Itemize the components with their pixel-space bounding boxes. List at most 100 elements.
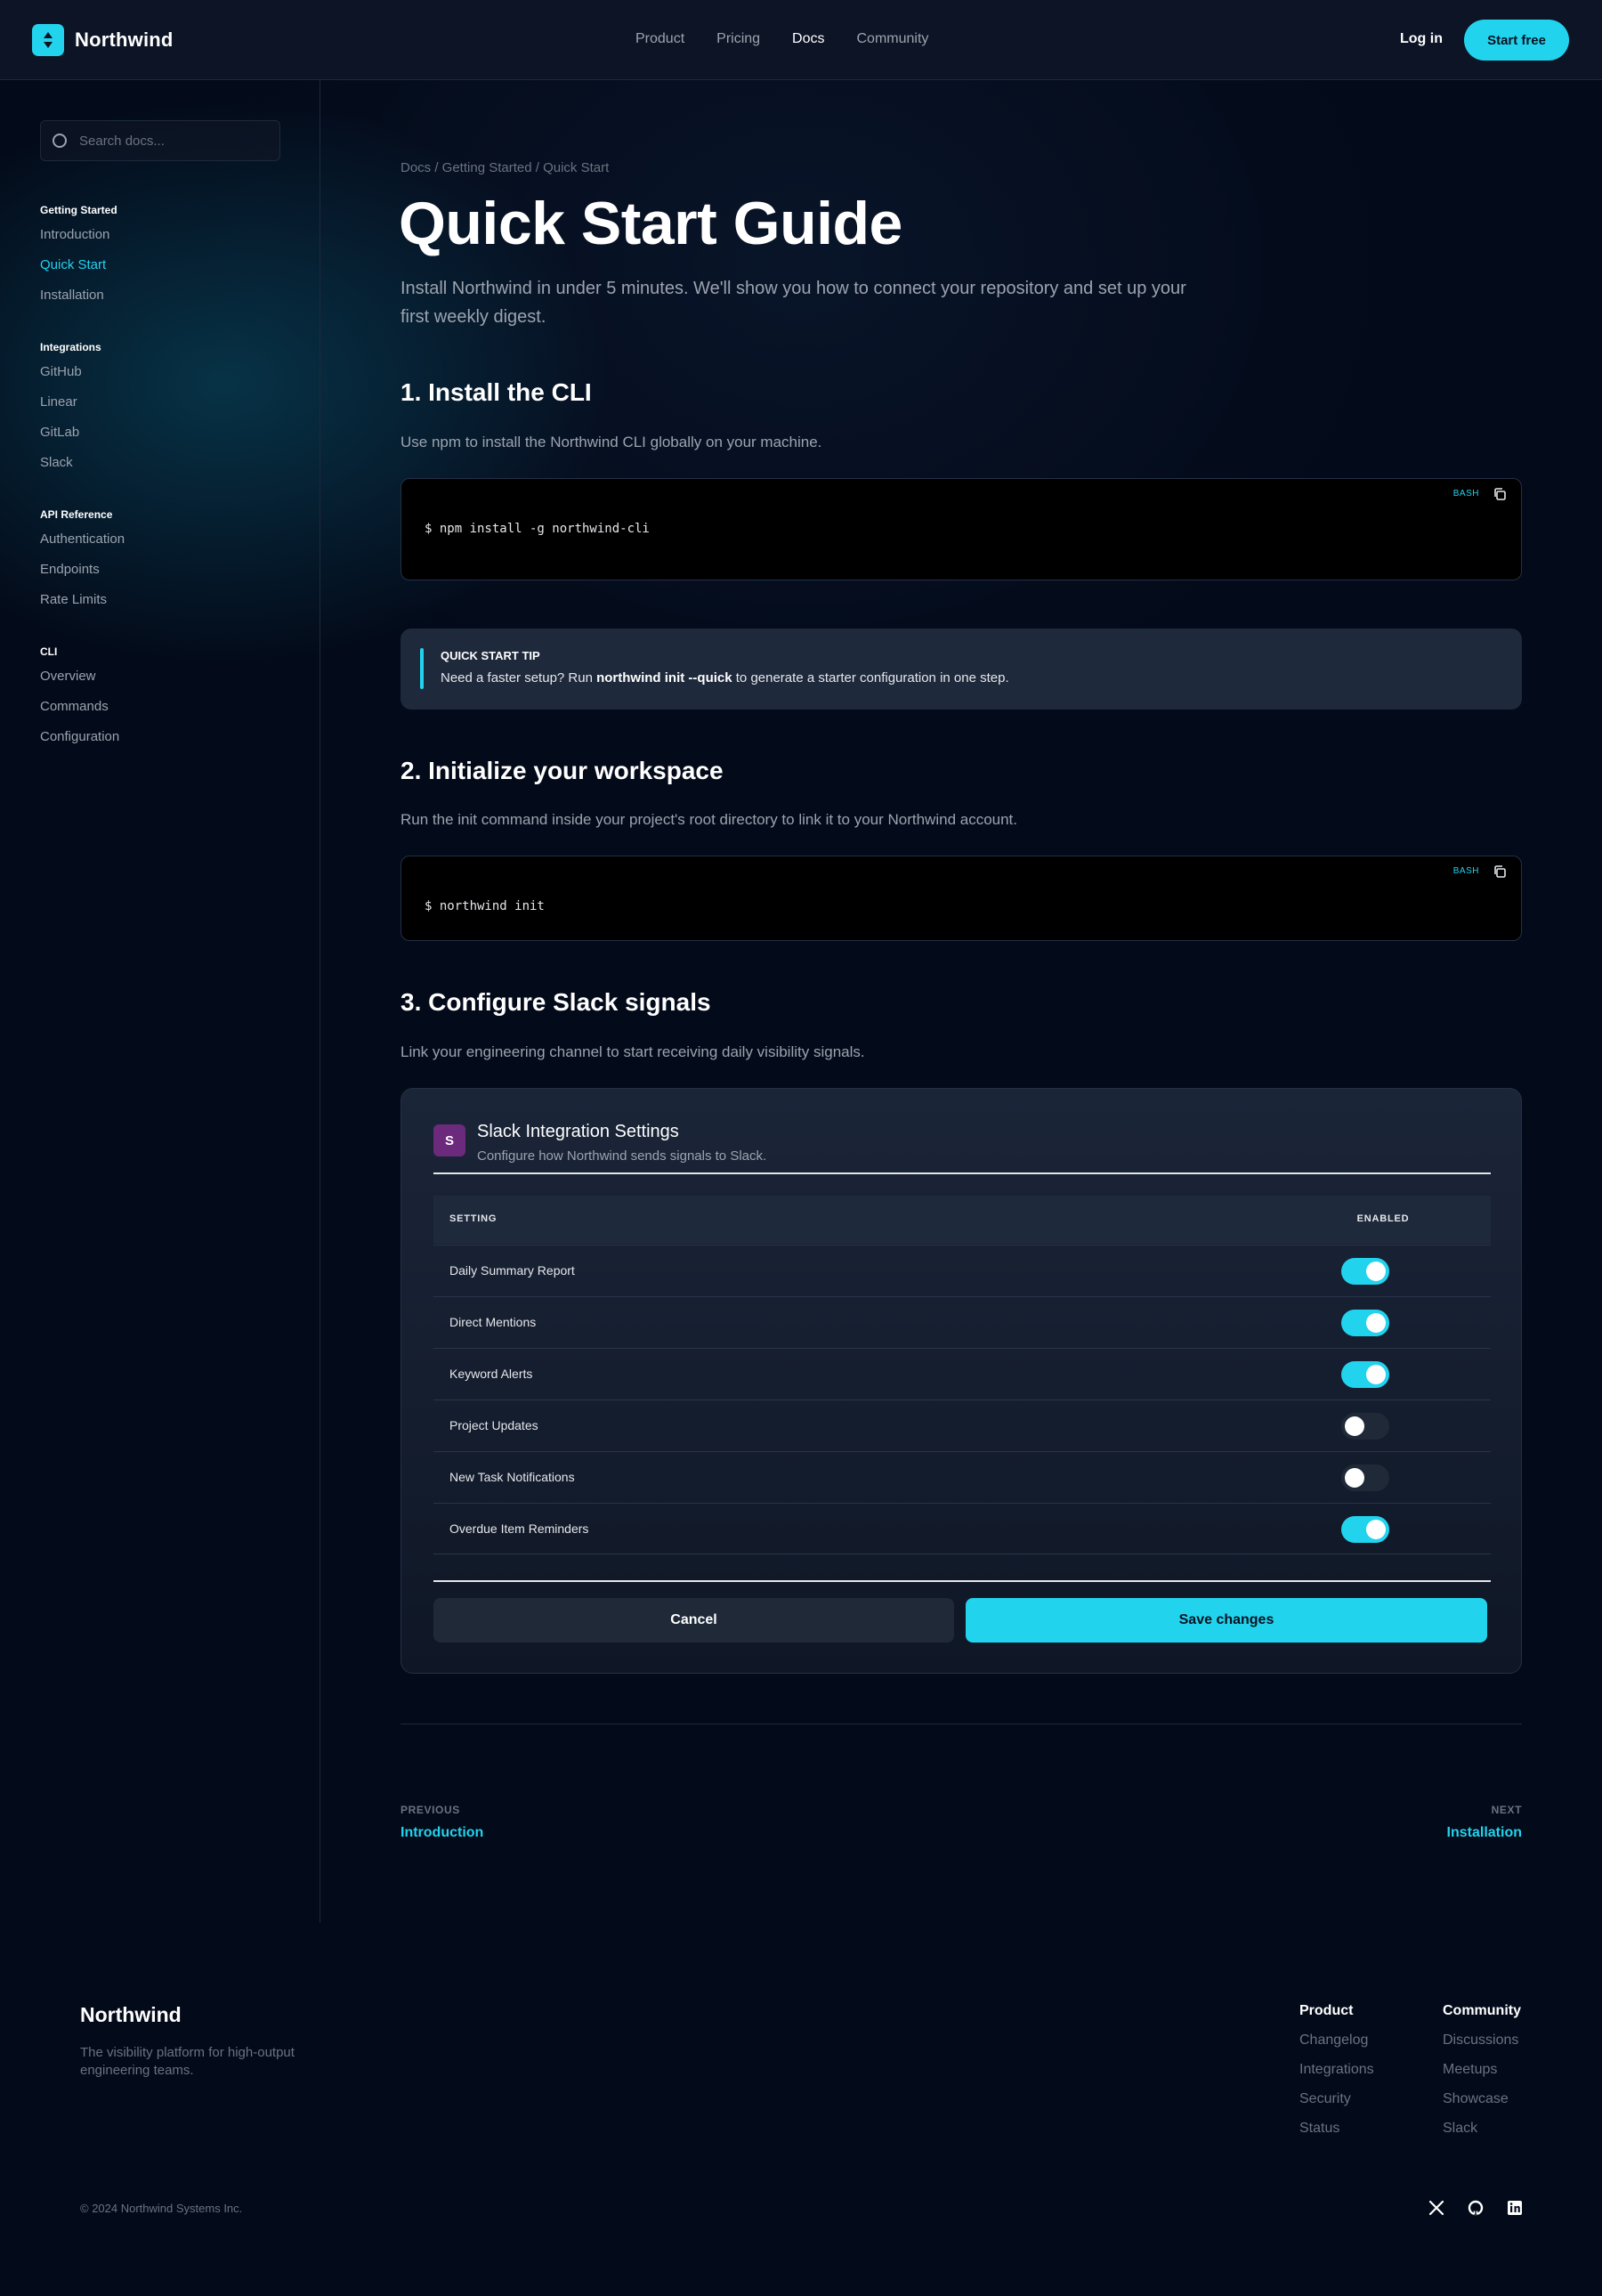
card-title: Slack Integration Settings (477, 1122, 679, 1141)
step-1-text: Use npm to install the Northwind CLI glo… (400, 434, 822, 450)
slack-icon: S (433, 1124, 465, 1156)
footer-link-status[interactable]: Status (1299, 2119, 1374, 2148)
top-navigation: Northwind Product Pricing Docs Community… (0, 0, 1602, 80)
docs-sidebar: Search docs... Getting Started Introduct… (0, 80, 320, 1923)
copyright: © 2024 Northwind Systems Inc. (80, 2202, 243, 2215)
previous-page-link[interactable]: Introduction (400, 1825, 483, 1841)
toggle-knob (1345, 1468, 1364, 1488)
nav-community[interactable]: Community (857, 31, 929, 47)
previous-label: PREVIOUS (400, 1804, 460, 1816)
nav-docs[interactable]: Docs (792, 31, 824, 47)
sidebar-section-api-reference: API Reference Authentication Endpoints R… (40, 505, 125, 615)
sidebar-item-quick-start[interactable]: Quick Start (40, 250, 117, 280)
sidebar-item-github[interactable]: GitHub (40, 357, 101, 387)
toggle-new-task-notifications[interactable] (1341, 1464, 1389, 1491)
breadcrumb: Docs / Getting Started / Quick Start (400, 160, 610, 175)
footer-column-heading: Community (1443, 2003, 1521, 2018)
sidebar-item-commands[interactable]: Commands (40, 692, 119, 722)
footer-column-community: Community Discussions Meetups Showcase S… (1443, 2003, 1521, 2148)
footer-link-slack[interactable]: Slack (1443, 2119, 1521, 2148)
code-block-install: BASH $ npm install -g northwind-cli (400, 478, 1522, 580)
toggle-knob (1366, 1262, 1386, 1281)
nav-pricing[interactable]: Pricing (716, 31, 760, 47)
toggle-project-updates[interactable] (1341, 1413, 1389, 1440)
footer-link-integrations[interactable]: Integrations (1299, 2060, 1374, 2089)
sidebar-item-rate-limits[interactable]: Rate Limits (40, 585, 125, 615)
search-placeholder: Search docs... (79, 133, 165, 149)
sidebar-item-installation[interactable]: Installation (40, 280, 117, 311)
code-language-label: BASH (1452, 866, 1479, 876)
save-changes-button[interactable]: Save changes (966, 1598, 1487, 1643)
slack-settings-card: S Slack Integration Settings Configure h… (400, 1088, 1522, 1674)
step-3-text: Link your engineering channel to start r… (400, 1043, 865, 1060)
sidebar-item-authentication[interactable]: Authentication (40, 524, 125, 555)
tip-command: northwind init --quick (596, 670, 732, 686)
main-nav: Product Pricing Docs Community (635, 31, 960, 47)
code-language-label: BASH (1452, 489, 1479, 499)
sidebar-section-cli: CLI Overview Commands Configuration (40, 642, 119, 752)
sidebar-item-introduction[interactable]: Introduction (40, 220, 117, 250)
sidebar-item-endpoints[interactable]: Endpoints (40, 555, 125, 585)
toggle-daily-summary-report[interactable] (1341, 1258, 1389, 1285)
northwind-logo-icon (32, 24, 64, 56)
footer-link-discussions[interactable]: Discussions (1443, 2031, 1521, 2060)
brand[interactable]: Northwind (32, 24, 174, 56)
footer-column-product: Product Changelog Integrations Security … (1299, 2003, 1374, 2148)
next-label: NEXT (1491, 1804, 1522, 1816)
search-icon (53, 134, 67, 148)
footer-link-showcase[interactable]: Showcase (1443, 2089, 1521, 2119)
setting-label: Direct Mentions (449, 1315, 537, 1329)
tip-title: QUICK START TIP (441, 649, 540, 662)
step-2-heading: 2. Initialize your workspace (400, 757, 724, 784)
search-input[interactable]: Search docs... (40, 120, 280, 161)
toggle-knob (1345, 1416, 1364, 1436)
footer-tagline: The visibility platform for high-output … (80, 2045, 295, 2078)
table-row: Overdue Item Reminders (433, 1503, 1491, 1554)
cancel-button[interactable]: Cancel (433, 1598, 954, 1643)
sidebar-item-slack[interactable]: Slack (40, 448, 101, 478)
footer-link-security[interactable]: Security (1299, 2089, 1374, 2119)
table-row: Daily Summary Report (433, 1245, 1491, 1296)
table-row: Project Updates (433, 1400, 1491, 1451)
linkedin-icon[interactable] (1506, 2199, 1524, 2217)
sidebar-item-overview[interactable]: Overview (40, 661, 119, 692)
setting-label: New Task Notifications (449, 1470, 575, 1484)
footer-link-meetups[interactable]: Meetups (1443, 2060, 1521, 2089)
sidebar-item-linear[interactable]: Linear (40, 387, 101, 418)
table-row: New Task Notifications (433, 1451, 1491, 1503)
divider (433, 1172, 1491, 1174)
tip-accent-bar (420, 648, 424, 689)
column-header-enabled: ENABLED (1356, 1213, 1410, 1224)
tip-text: Need a faster setup? Run northwind init … (441, 670, 1009, 686)
column-header-setting: SETTING (449, 1213, 498, 1224)
toggle-knob (1366, 1365, 1386, 1384)
settings-table-header: SETTING ENABLED (433, 1196, 1491, 1244)
code-block-init: BASH $ northwind init (400, 856, 1522, 941)
card-subtitle: Configure how Northwind sends signals to… (477, 1148, 767, 1164)
copy-icon[interactable] (1493, 487, 1507, 501)
setting-label: Keyword Alerts (449, 1367, 533, 1381)
sidebar-heading: CLI (40, 645, 58, 658)
sidebar-item-configuration[interactable]: Configuration (40, 722, 119, 752)
sidebar-item-gitlab[interactable]: GitLab (40, 418, 101, 448)
x-icon[interactable] (1428, 2199, 1445, 2217)
code-text: $ northwind init (425, 899, 545, 913)
login-link[interactable]: Log in (1400, 31, 1443, 47)
github-icon[interactable] (1467, 2199, 1485, 2217)
next-page-link[interactable]: Installation (1447, 1825, 1522, 1841)
footer-link-changelog[interactable]: Changelog (1299, 2031, 1374, 2060)
copy-icon[interactable] (1493, 864, 1507, 879)
nav-product[interactable]: Product (635, 31, 684, 47)
sidebar-heading: Integrations (40, 341, 101, 353)
toggle-keyword-alerts[interactable] (1341, 1361, 1389, 1388)
toggle-direct-mentions[interactable] (1341, 1310, 1389, 1336)
setting-label: Overdue Item Reminders (449, 1521, 589, 1536)
divider (433, 1580, 1491, 1582)
start-free-button[interactable]: Start free (1464, 20, 1569, 61)
toggle-knob (1366, 1313, 1386, 1333)
toggle-overdue-item-reminders[interactable] (1341, 1516, 1389, 1543)
step-3-heading: 3. Configure Slack signals (400, 988, 711, 1016)
step-2-text: Run the init command inside your project… (400, 811, 1018, 828)
code-text: $ npm install -g northwind-cli (425, 522, 650, 536)
sidebar-heading: Getting Started (40, 204, 117, 216)
